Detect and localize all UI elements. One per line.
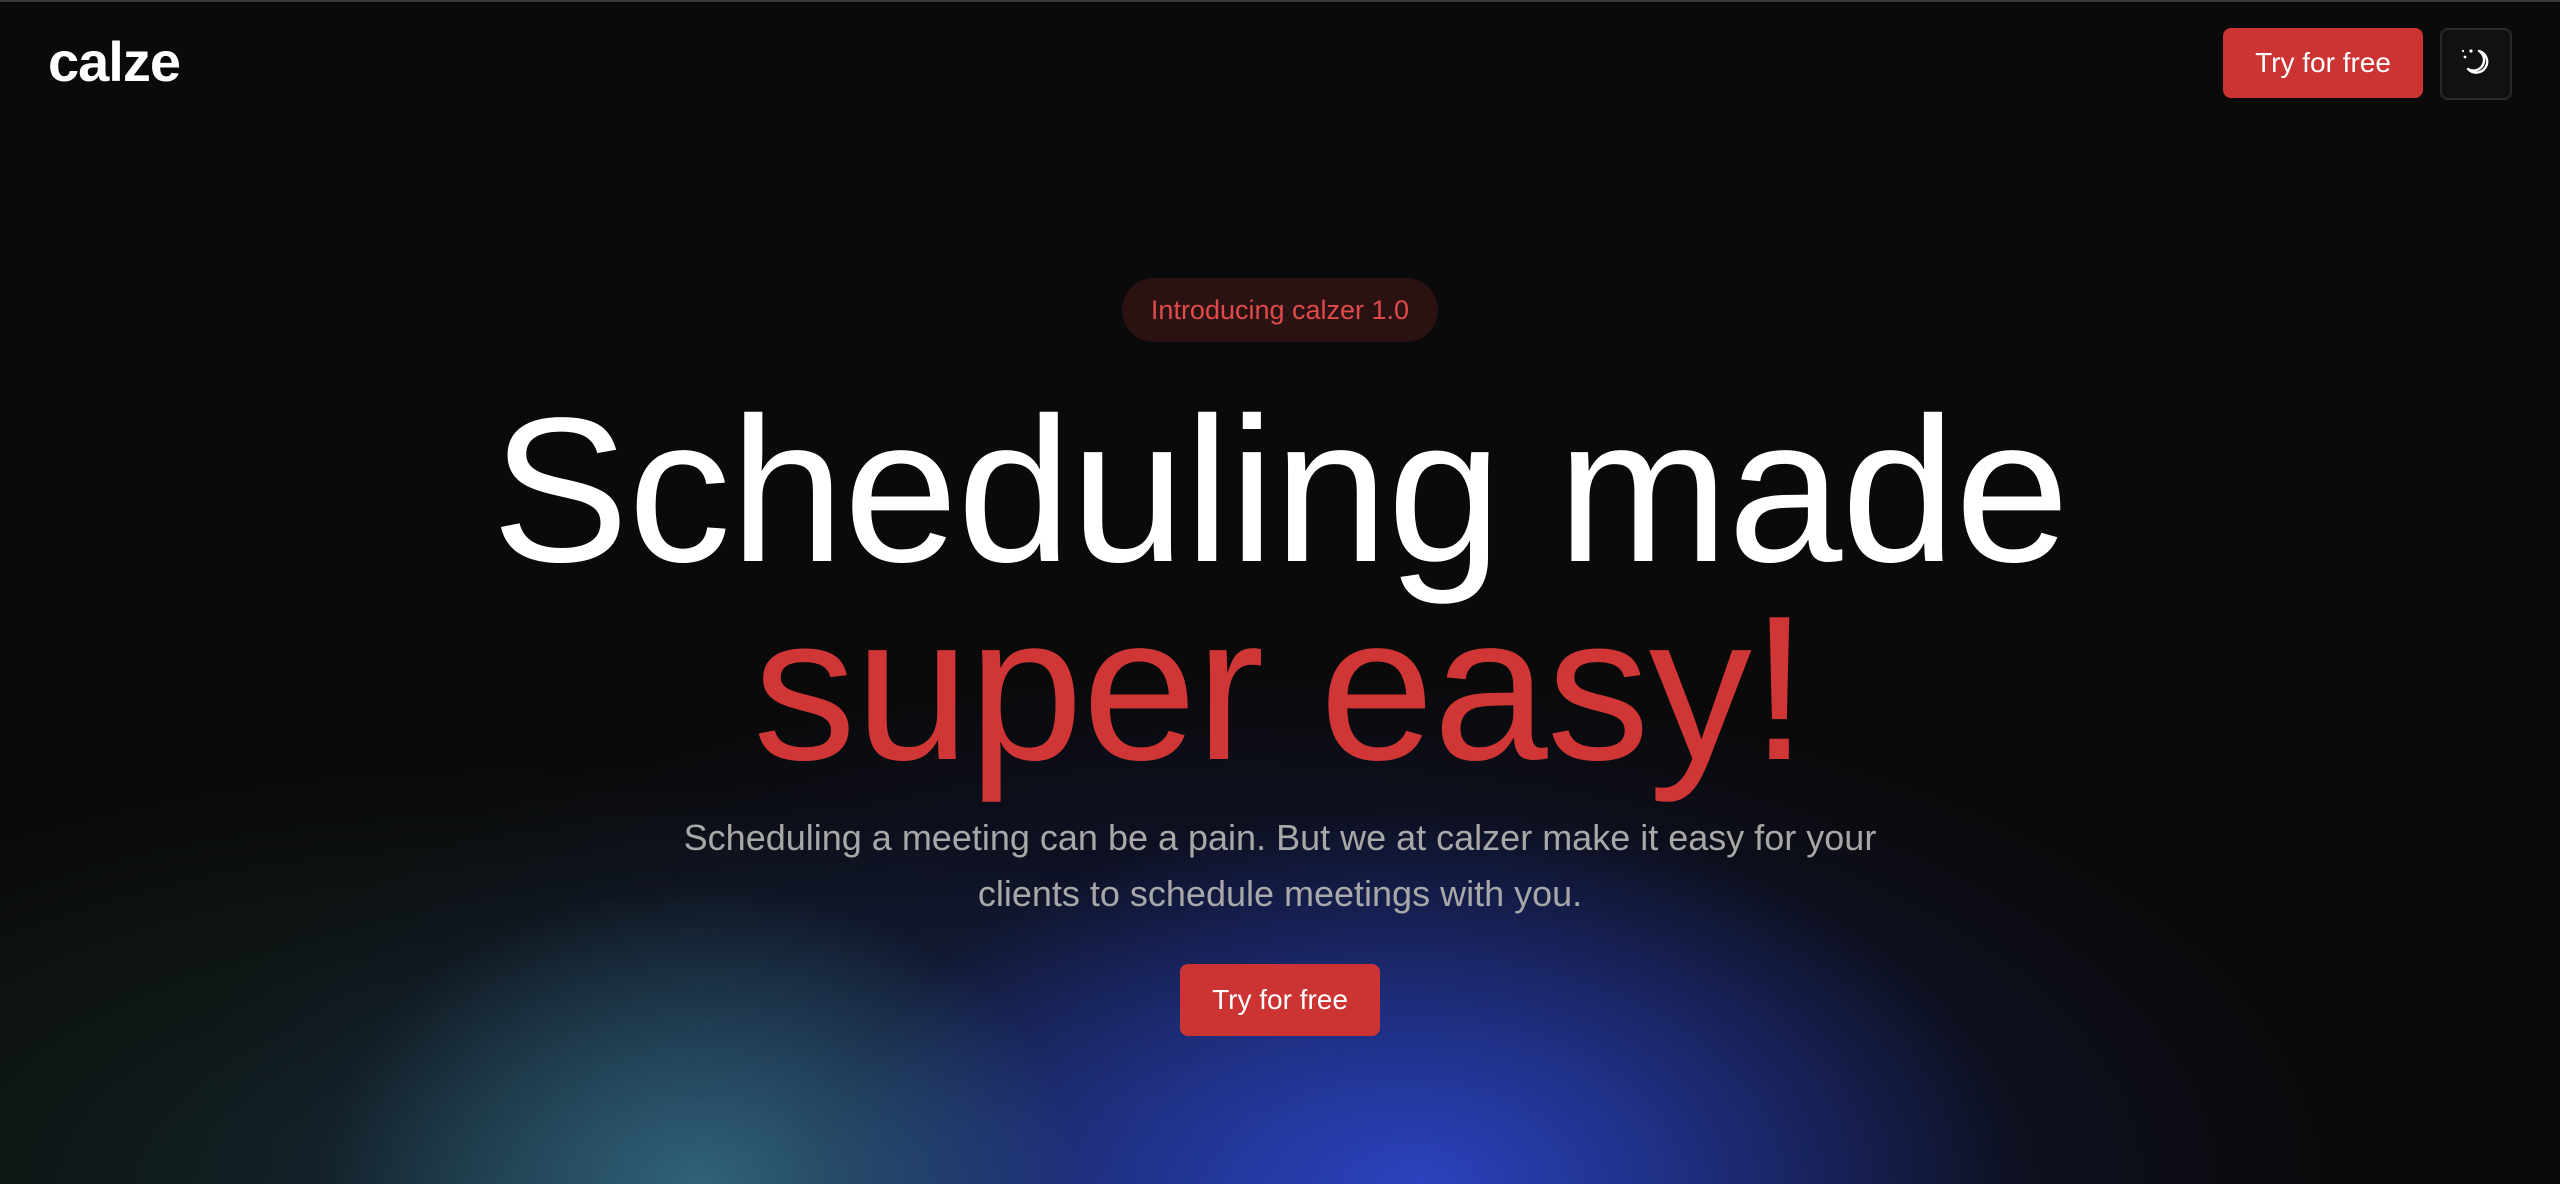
hero-subtitle: Scheduling a meeting can be a pain. But … — [683, 817, 1877, 914]
landing-page: calze Try for free Introducing calzer 1.… — [0, 0, 2560, 1184]
announcement-badge[interactable]: Introducing calzer 1.0 — [1122, 278, 1438, 342]
hero-try-for-free-button[interactable]: Try for free — [1180, 964, 1380, 1036]
hero-section: Introducing calzer 1.0 Scheduling made s… — [0, 2, 2560, 1184]
headline-line-1: Scheduling made — [491, 375, 2070, 605]
headline-line-2: super easy! — [753, 573, 1808, 803]
